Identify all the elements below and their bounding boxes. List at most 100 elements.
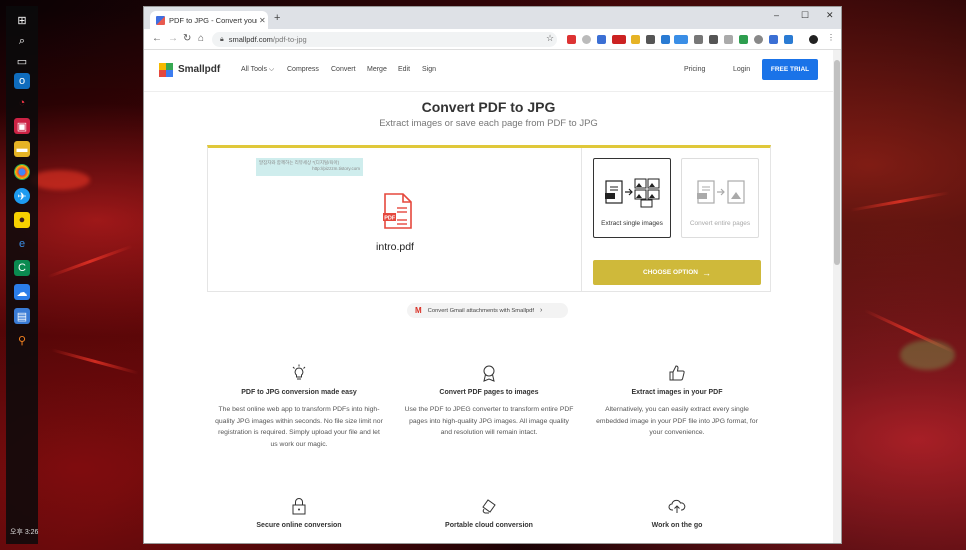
nav-all-tools-label: All Tools [241,66,267,73]
wallpaper-glow [900,340,955,370]
file-preview-area: 말잠자와 함께하는 리뷰세상 *(디지털/육아) http://pizzzm.t… [208,148,582,292]
award-ribbon-icon [483,365,495,382]
svg-text:PDF: PDF [384,216,396,222]
free-trial-button[interactable]: FREE TRIAL [762,59,818,80]
feature-item: Work on the go [592,497,762,529]
pricing-link[interactable]: Pricing [684,66,705,73]
menu-dots-icon[interactable]: ⋮ [827,33,835,42]
home-icon[interactable]: ⌂ [198,33,204,44]
scrollbar-thumb[interactable] [834,60,840,265]
nav-compress[interactable]: Compress [287,66,319,73]
folder-icon[interactable]: ▬ [14,141,30,157]
extension-icon[interactable] [567,35,576,44]
close-tab-icon[interactable]: ✕ [259,16,266,25]
title-bar: PDF to JPG - Convert your PDF t ✕ + – ☐ … [144,7,841,29]
reload-icon[interactable]: ↻ [183,33,191,44]
chrome-icon[interactable] [14,164,30,180]
extension-icon[interactable] [784,35,793,44]
nav-convert[interactable]: Convert [331,66,356,73]
taskbar: ⊞ ⌕ ▭ o ◔ ▣ ▬ ✈ ● e C ☁ ▤ ⚲ 오후 3:26 [6,6,38,544]
maximize-button[interactable]: ☐ [801,10,809,21]
windows-start-icon[interactable]: ⊞ [14,12,30,28]
choose-option-button[interactable]: CHOOSE OPTION → [593,260,761,285]
extension-icon[interactable] [694,35,703,44]
smallpdf-logo-icon[interactable] [159,63,173,77]
logo-text[interactable]: Smallpdf [178,64,220,75]
bookmark-star-icon[interactable]: ☆ [546,33,554,44]
back-icon[interactable]: ← [152,33,162,44]
feature-title: Work on the go [651,522,703,529]
extension-icon[interactable] [769,35,778,44]
minimize-button[interactable]: – [774,10,779,20]
nav-all-tools[interactable]: All Tools ⌵ [241,66,274,74]
cloud-upload-icon [668,499,686,513]
app-icon[interactable]: ✈ [14,188,30,204]
chevron-down-icon: ⌵ [268,66,275,73]
extension-icon[interactable] [754,35,763,44]
feature-item: Convert PDF pages to images Use the PDF … [404,364,574,439]
login-link[interactable]: Login [733,66,750,73]
extension-icon[interactable] [724,35,733,44]
watermark-overlay: 말잠자와 함께하는 리뷰세상 *(디지털/육아) http://pizzzm.t… [256,158,363,176]
address-toolbar: ← → ↻ ⌂ 🔒︎ smallpdf.com/pdf-to-jpg ☆ ⋮ [144,29,841,50]
internet-explorer-icon[interactable]: e [14,236,30,252]
url-path: /pdf-to-jpg [272,35,307,44]
feature-description: Use the PDF to JPEG converter to transfo… [404,406,574,437]
app-icon[interactable]: ▣ [14,118,30,134]
pdf-file-icon: PDF [383,193,412,229]
lock-icon [292,498,306,515]
browser-tab[interactable]: PDF to JPG - Convert your PDF t ✕ [150,11,268,29]
search-icon[interactable]: ⌕ [14,33,30,49]
wallpaper-glow [30,170,90,190]
profile-avatar[interactable] [809,35,818,44]
wallpaper-light-streak [51,348,139,375]
outlook-icon[interactable]: o [14,73,30,89]
search-app-icon[interactable]: ⚲ [14,332,30,348]
extension-icon[interactable] [739,35,748,44]
nav-merge[interactable]: Merge [367,66,387,73]
option-extract-single-images[interactable]: Extract single images [593,158,671,238]
feature-item: Extract images in your PDF Alternatively… [592,364,762,439]
extension-icon[interactable] [631,35,640,44]
extension-icon[interactable] [597,35,606,44]
close-window-button[interactable]: ✕ [826,10,834,21]
nav-sign[interactable]: Sign [422,66,436,73]
hand-device-icon [482,499,496,514]
feature-item: Portable cloud conversion [404,497,574,529]
extension-icon[interactable] [674,35,688,44]
convert-pages-icon [697,180,745,204]
task-view-icon[interactable]: ▭ [14,53,30,69]
forward-icon[interactable]: → [168,33,178,44]
lightbulb-icon [292,364,306,380]
option-convert-entire-pages[interactable]: Convert entire pages [681,158,759,238]
kakaotalk-icon[interactable]: ● [14,212,30,228]
extension-icon[interactable] [709,35,718,44]
url-bar[interactable]: 🔒︎ smallpdf.com/pdf-to-jpg [212,32,557,47]
gmail-pill-label: Convert Gmail attachments with Smallpdf [427,307,534,314]
app-icon[interactable]: ◔ [14,95,30,111]
watermark-url: http://pizzzm.tistory.com [312,166,360,172]
extension-icon[interactable] [612,35,626,44]
extension-icon[interactable] [646,35,655,44]
nav-edit[interactable]: Edit [398,66,410,73]
app-icon[interactable]: ▤ [14,308,30,324]
browser-window: PDF to JPG - Convert your PDF t ✕ + – ☐ … [143,6,842,544]
feature-description: Alternatively, you can easily extract ev… [596,406,758,437]
page-scrollbar[interactable] [833,50,841,543]
feature-title: Portable cloud conversion [445,522,533,529]
gmail-icon: M [415,306,422,315]
extension-icon[interactable] [582,35,591,44]
cloud-app-icon[interactable]: ☁ [14,284,30,300]
app-icon[interactable]: C [14,260,30,276]
page-subtitle: Extract images or save each page from PD… [379,118,598,129]
gmail-attachments-pill[interactable]: M Convert Gmail attachments with Smallpd… [407,303,568,318]
conversion-panel: 말잠자와 함께하는 리뷰세상 *(디지털/육아) http://pizzzm.t… [207,145,771,292]
option-label: Extract single images [601,220,663,228]
file-name: intro.pdf [376,241,414,253]
url-host: smallpdf.com [228,35,273,44]
clock: 오후 3:26 [10,529,39,536]
favicon-icon [156,15,165,25]
new-tab-icon[interactable]: + [274,12,280,24]
feature-description: The best online web app to transform PDF… [215,406,383,449]
extension-icon[interactable] [661,35,670,44]
